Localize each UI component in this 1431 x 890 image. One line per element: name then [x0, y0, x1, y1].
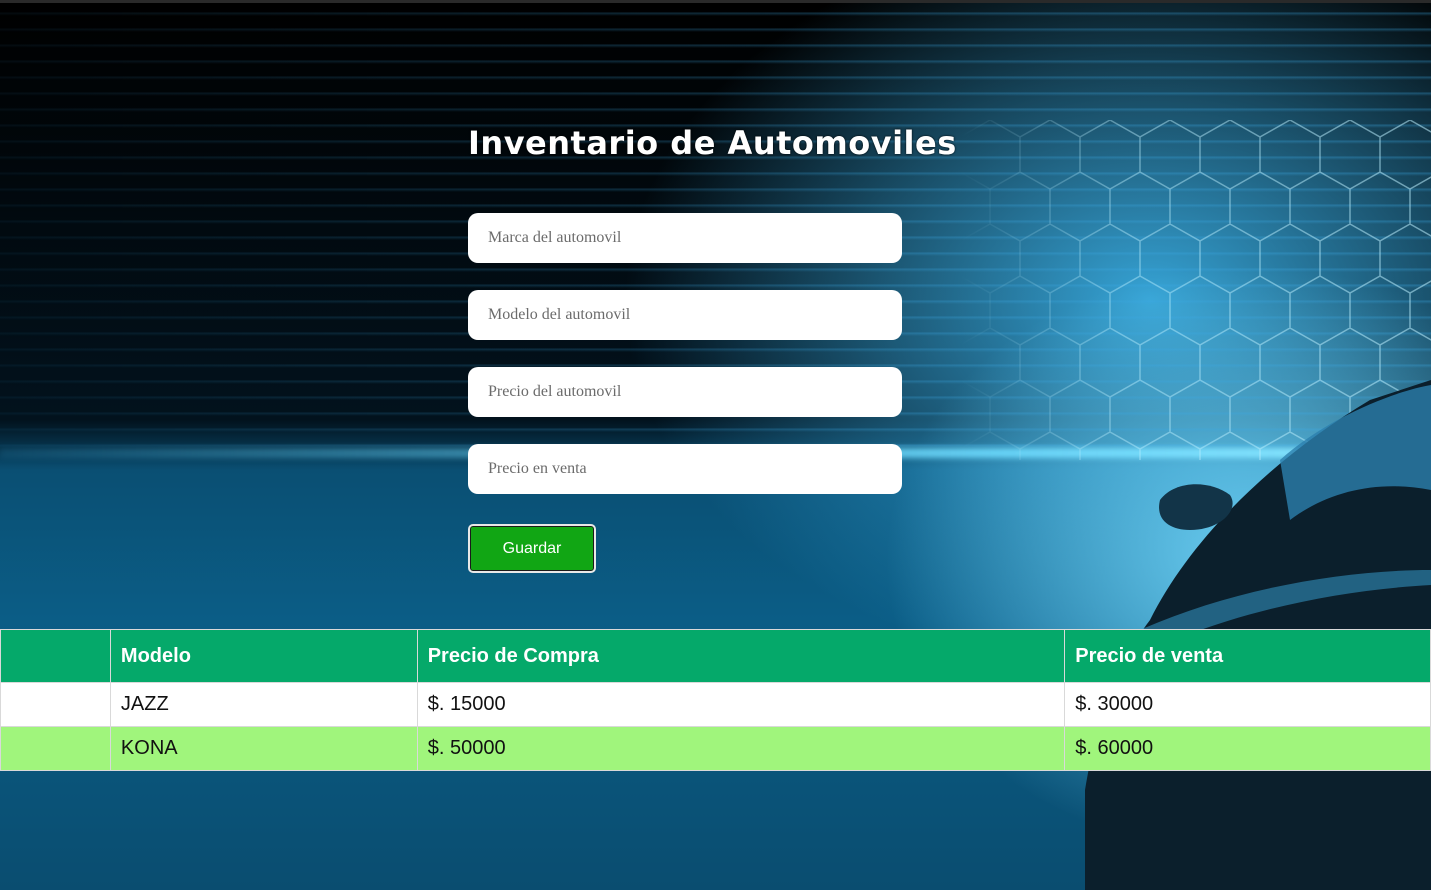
cell-precio-compra: $. 15000: [416, 682, 1066, 727]
marca-input[interactable]: [468, 213, 902, 263]
header-marca: [0, 629, 111, 683]
cell-marca: [0, 682, 111, 727]
precio-input[interactable]: [468, 367, 902, 417]
modelo-input[interactable]: [468, 290, 902, 340]
cell-marca: [0, 726, 111, 771]
inventory-table: Modelo Precio de Compra Precio de venta …: [0, 629, 1431, 771]
cell-modelo: JAZZ: [109, 682, 418, 727]
save-button[interactable]: Guardar: [468, 524, 596, 573]
header-precio-venta: Precio de venta: [1064, 629, 1431, 683]
cell-modelo: KONA: [109, 726, 418, 771]
table-header-row: Modelo Precio de Compra Precio de venta: [0, 629, 1431, 683]
table-row: JAZZ $. 15000 $. 30000: [0, 682, 1431, 727]
table-row: KONA $. 50000 $. 60000: [0, 726, 1431, 771]
cell-precio-venta: $. 60000: [1064, 726, 1431, 771]
header-precio-compra: Precio de Compra: [416, 629, 1066, 683]
precio-venta-input[interactable]: [468, 444, 902, 494]
cell-precio-compra: $. 50000: [416, 726, 1066, 771]
header-modelo: Modelo: [109, 629, 418, 683]
cell-precio-venta: $. 30000: [1064, 682, 1431, 727]
page-title: Inventario de Automoviles: [468, 124, 957, 162]
